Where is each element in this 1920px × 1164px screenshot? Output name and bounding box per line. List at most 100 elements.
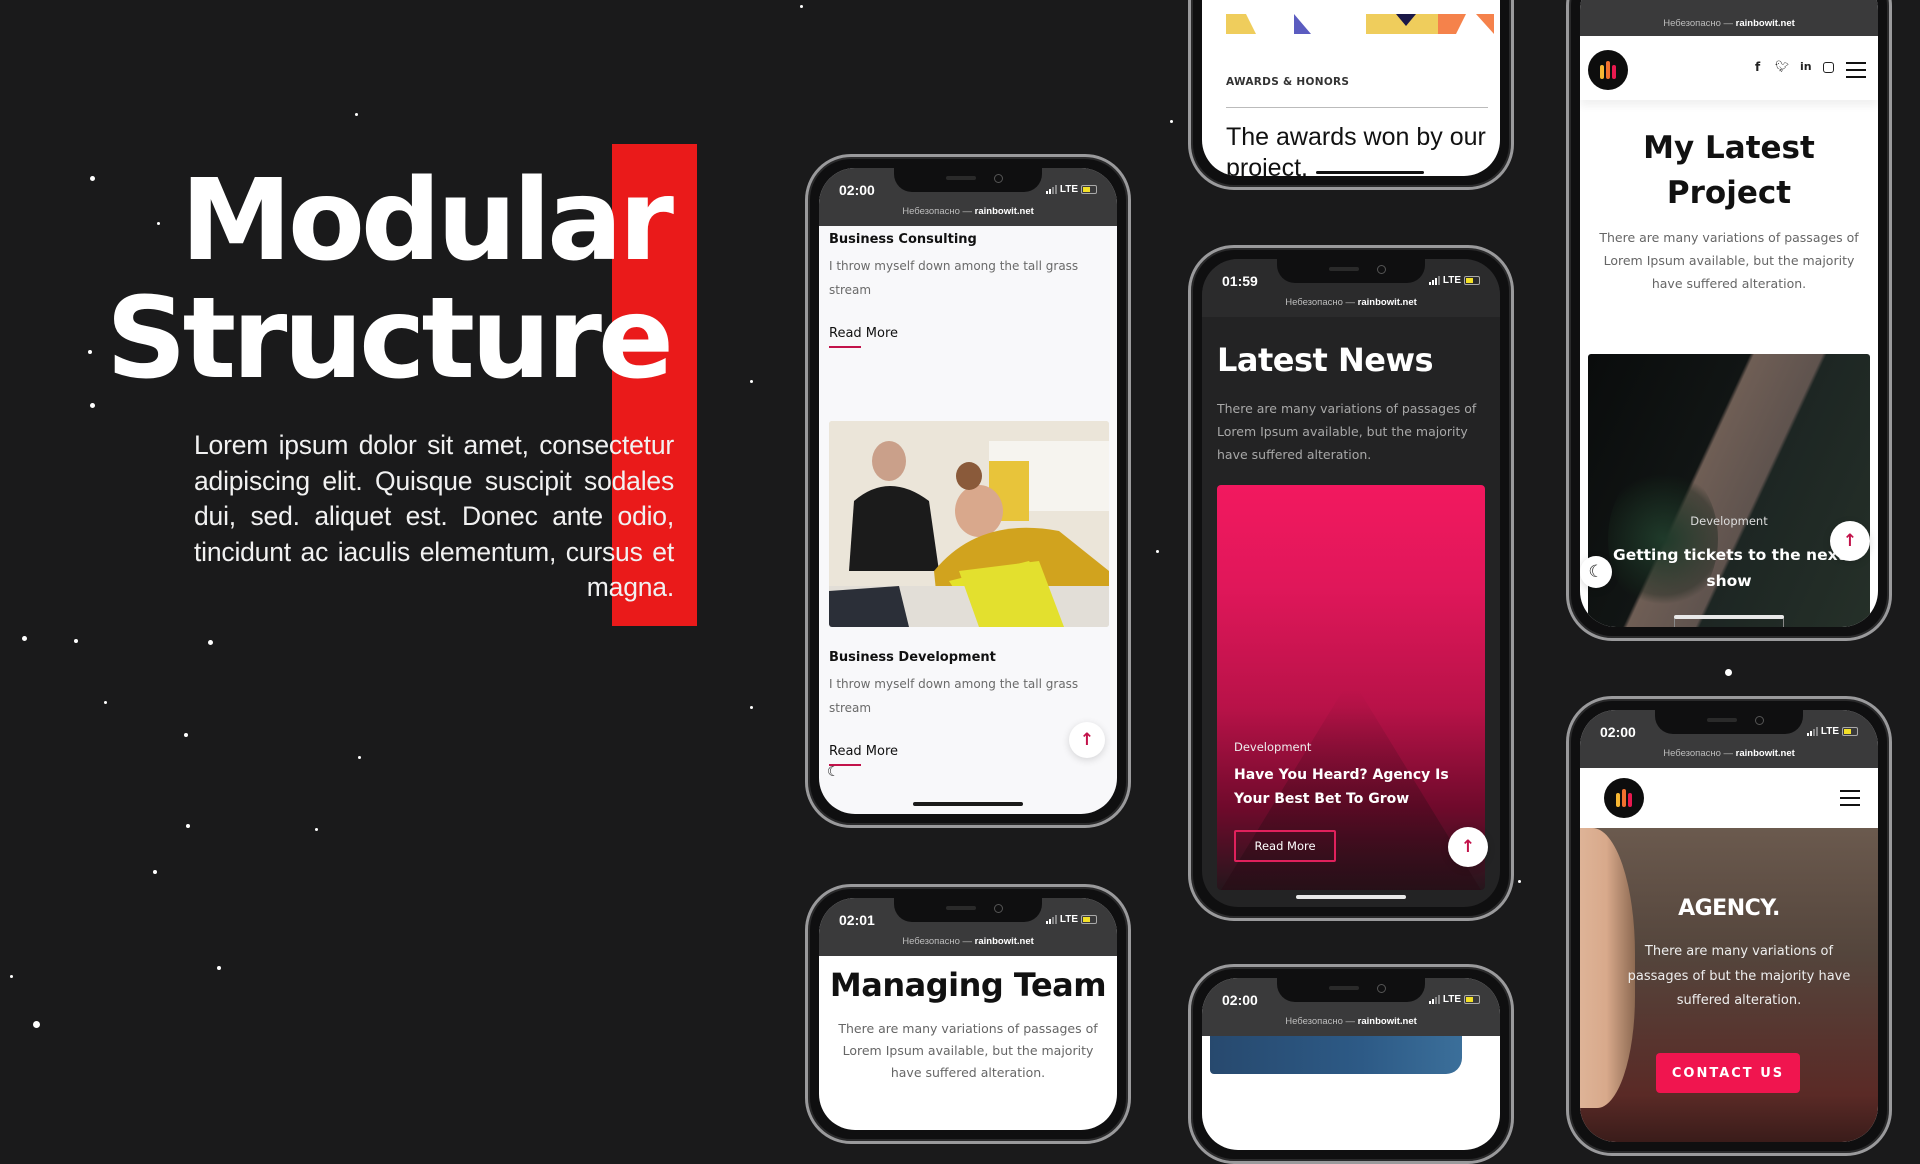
site-logo[interactable]	[1604, 778, 1644, 818]
instagram-icon[interactable]	[1823, 62, 1834, 73]
url-domain: rainbowit.net	[1735, 18, 1795, 29]
home-indicator	[913, 802, 1023, 806]
card-read-more-button[interactable]: Read More	[1234, 830, 1336, 862]
status-bar: 02:00 LTE Небезопасно — rainbowit.net	[1580, 710, 1878, 768]
scroll-top-button[interactable]: ↑	[1448, 827, 1488, 867]
service-text: I throw myself down among the tall grass…	[829, 259, 1079, 297]
status-time: 02:00	[1222, 992, 1258, 1008]
hero-title-line1: Modular	[180, 156, 674, 286]
arrow-up-icon: ↑	[1460, 837, 1476, 857]
notch	[894, 168, 1042, 192]
star	[1170, 120, 1173, 123]
service-title: Business Consulting	[829, 232, 977, 247]
contact-us-button[interactable]: CONTACT US	[1656, 1053, 1800, 1093]
signal-icon	[1428, 995, 1440, 1004]
status-time: 02:00	[839, 182, 875, 198]
signal-icon	[1045, 915, 1057, 924]
star	[800, 5, 803, 8]
signal-icon	[1806, 727, 1818, 736]
hero-title-line2: Structure	[105, 274, 674, 404]
battery-icon	[1464, 276, 1480, 285]
page-content	[1202, 1036, 1500, 1150]
awards-title: The awards won by our project.	[1226, 123, 1486, 176]
address-bar[interactable]: Небезопасно — rainbowit.net	[819, 206, 1117, 217]
dark-mode-toggle[interactable]: ☾	[1580, 556, 1612, 588]
star	[184, 733, 188, 737]
star	[153, 870, 157, 874]
phone-screen: Небезопасно — rainbowit.net f 🐦︎ in My L…	[1580, 0, 1878, 627]
url-prefix: Небезопасно —	[902, 936, 975, 947]
scroll-top-button[interactable]: ↑	[1069, 722, 1105, 758]
status-time: 02:01	[839, 912, 875, 928]
home-indicator	[1296, 895, 1406, 899]
status-time: 02:00	[1600, 724, 1636, 740]
address-bar[interactable]: Небезопасно — rainbowit.net	[819, 936, 1117, 947]
divider	[1226, 107, 1488, 108]
section-title: Managing Team	[829, 966, 1107, 1004]
dark-mode-toggle-icon[interactable]: ☾	[827, 764, 840, 780]
star	[22, 636, 27, 641]
awards-eyebrow: AWARDS & HONORS	[1226, 76, 1350, 88]
address-bar[interactable]: Небезопасно — rainbowit.net	[1202, 297, 1500, 308]
star	[217, 966, 221, 970]
project-card[interactable]: Development Getting tickets to the next …	[1588, 354, 1870, 627]
scroll-top-button[interactable]: ↑	[1830, 521, 1870, 561]
service-photo	[829, 421, 1109, 627]
camera-icon	[994, 904, 1003, 913]
signal-indicator: LTE	[1428, 275, 1480, 286]
phone-services: 02:00 LTE Небезопасно — rainbowit.net Bu…	[805, 154, 1131, 828]
star	[88, 350, 92, 354]
phone-screen: AWARDS & HONORS The awards won by our pr…	[1202, 0, 1500, 176]
arrow-up-icon: ↑	[1079, 730, 1095, 750]
site-logo[interactable]	[1588, 50, 1628, 90]
service-text: I throw myself down among the tall grass…	[829, 677, 1079, 715]
address-bar[interactable]: Небезопасно — rainbowit.net	[1580, 18, 1878, 29]
star	[1156, 550, 1159, 553]
page-content: f 🐦︎ in My Latest Project There are many…	[1580, 36, 1878, 627]
phone-project: Небезопасно — rainbowit.net f 🐦︎ in My L…	[1566, 0, 1892, 641]
network-label: LTE	[1820, 726, 1839, 737]
phone-screen: 02:00 LTE Небезопасно — rainbowit.net	[1580, 710, 1878, 1142]
battery-icon	[1081, 915, 1097, 924]
signal-indicator: LTE	[1806, 726, 1858, 737]
star	[1518, 880, 1521, 883]
section-title: My Latest Project	[1643, 130, 1815, 211]
page-content: AGENCY. There are many variations of pas…	[1580, 768, 1878, 1142]
hero-body: Lorem ipsum dolor sit amet, consectetur …	[194, 430, 674, 602]
phone-screen: 02:00 LTE Небезопасно — rainbowit.net	[1202, 978, 1500, 1150]
arrow-up-icon: ↑	[1842, 531, 1858, 551]
site-header	[1580, 768, 1878, 828]
read-more-link[interactable]: Read More	[829, 326, 898, 348]
facebook-icon[interactable]: f	[1755, 60, 1760, 74]
moon-icon: ☾	[1588, 562, 1604, 582]
card-title: Getting tickets to the next show	[1612, 546, 1845, 590]
star	[104, 701, 107, 704]
camera-icon	[994, 174, 1003, 183]
news-card[interactable]: Development Have You Heard? Agency Is Yo…	[1217, 485, 1485, 890]
status-bar: 02:01 LTE Небезопасно — rainbowit.net	[819, 898, 1117, 956]
menu-icon[interactable]	[1840, 790, 1860, 806]
camera-icon	[1377, 984, 1386, 993]
url-domain: rainbowit.net	[974, 936, 1034, 947]
site-header: f 🐦︎ in	[1580, 36, 1878, 100]
signal-icon	[1045, 185, 1057, 194]
url-prefix: Небезопасно —	[1285, 1016, 1358, 1027]
home-indicator	[1674, 615, 1784, 619]
camera-icon	[1377, 265, 1386, 274]
address-bar[interactable]: Небезопасно — rainbowit.net	[1580, 748, 1878, 759]
logo-bar-icon	[1628, 793, 1632, 807]
status-bar: 02:00 LTE Небезопасно — rainbowit.net	[1202, 978, 1500, 1036]
network-label: LTE	[1442, 994, 1461, 1005]
logo-bar-icon	[1616, 793, 1620, 807]
agency-hero: AGENCY. There are many variations of pas…	[1580, 828, 1878, 1142]
address-bar[interactable]: Небезопасно — rainbowit.net	[1202, 1016, 1500, 1027]
awards-graphic	[1226, 14, 1494, 34]
section-title: Latest News	[1217, 341, 1434, 379]
signal-icon	[1428, 276, 1440, 285]
logo-bar-icon	[1600, 65, 1604, 79]
read-more-link[interactable]: Read More	[829, 744, 898, 766]
twitter-icon[interactable]: 🐦︎	[1775, 60, 1789, 73]
linkedin-icon[interactable]: in	[1800, 60, 1812, 73]
menu-icon[interactable]	[1846, 62, 1866, 78]
notch	[1655, 710, 1803, 734]
